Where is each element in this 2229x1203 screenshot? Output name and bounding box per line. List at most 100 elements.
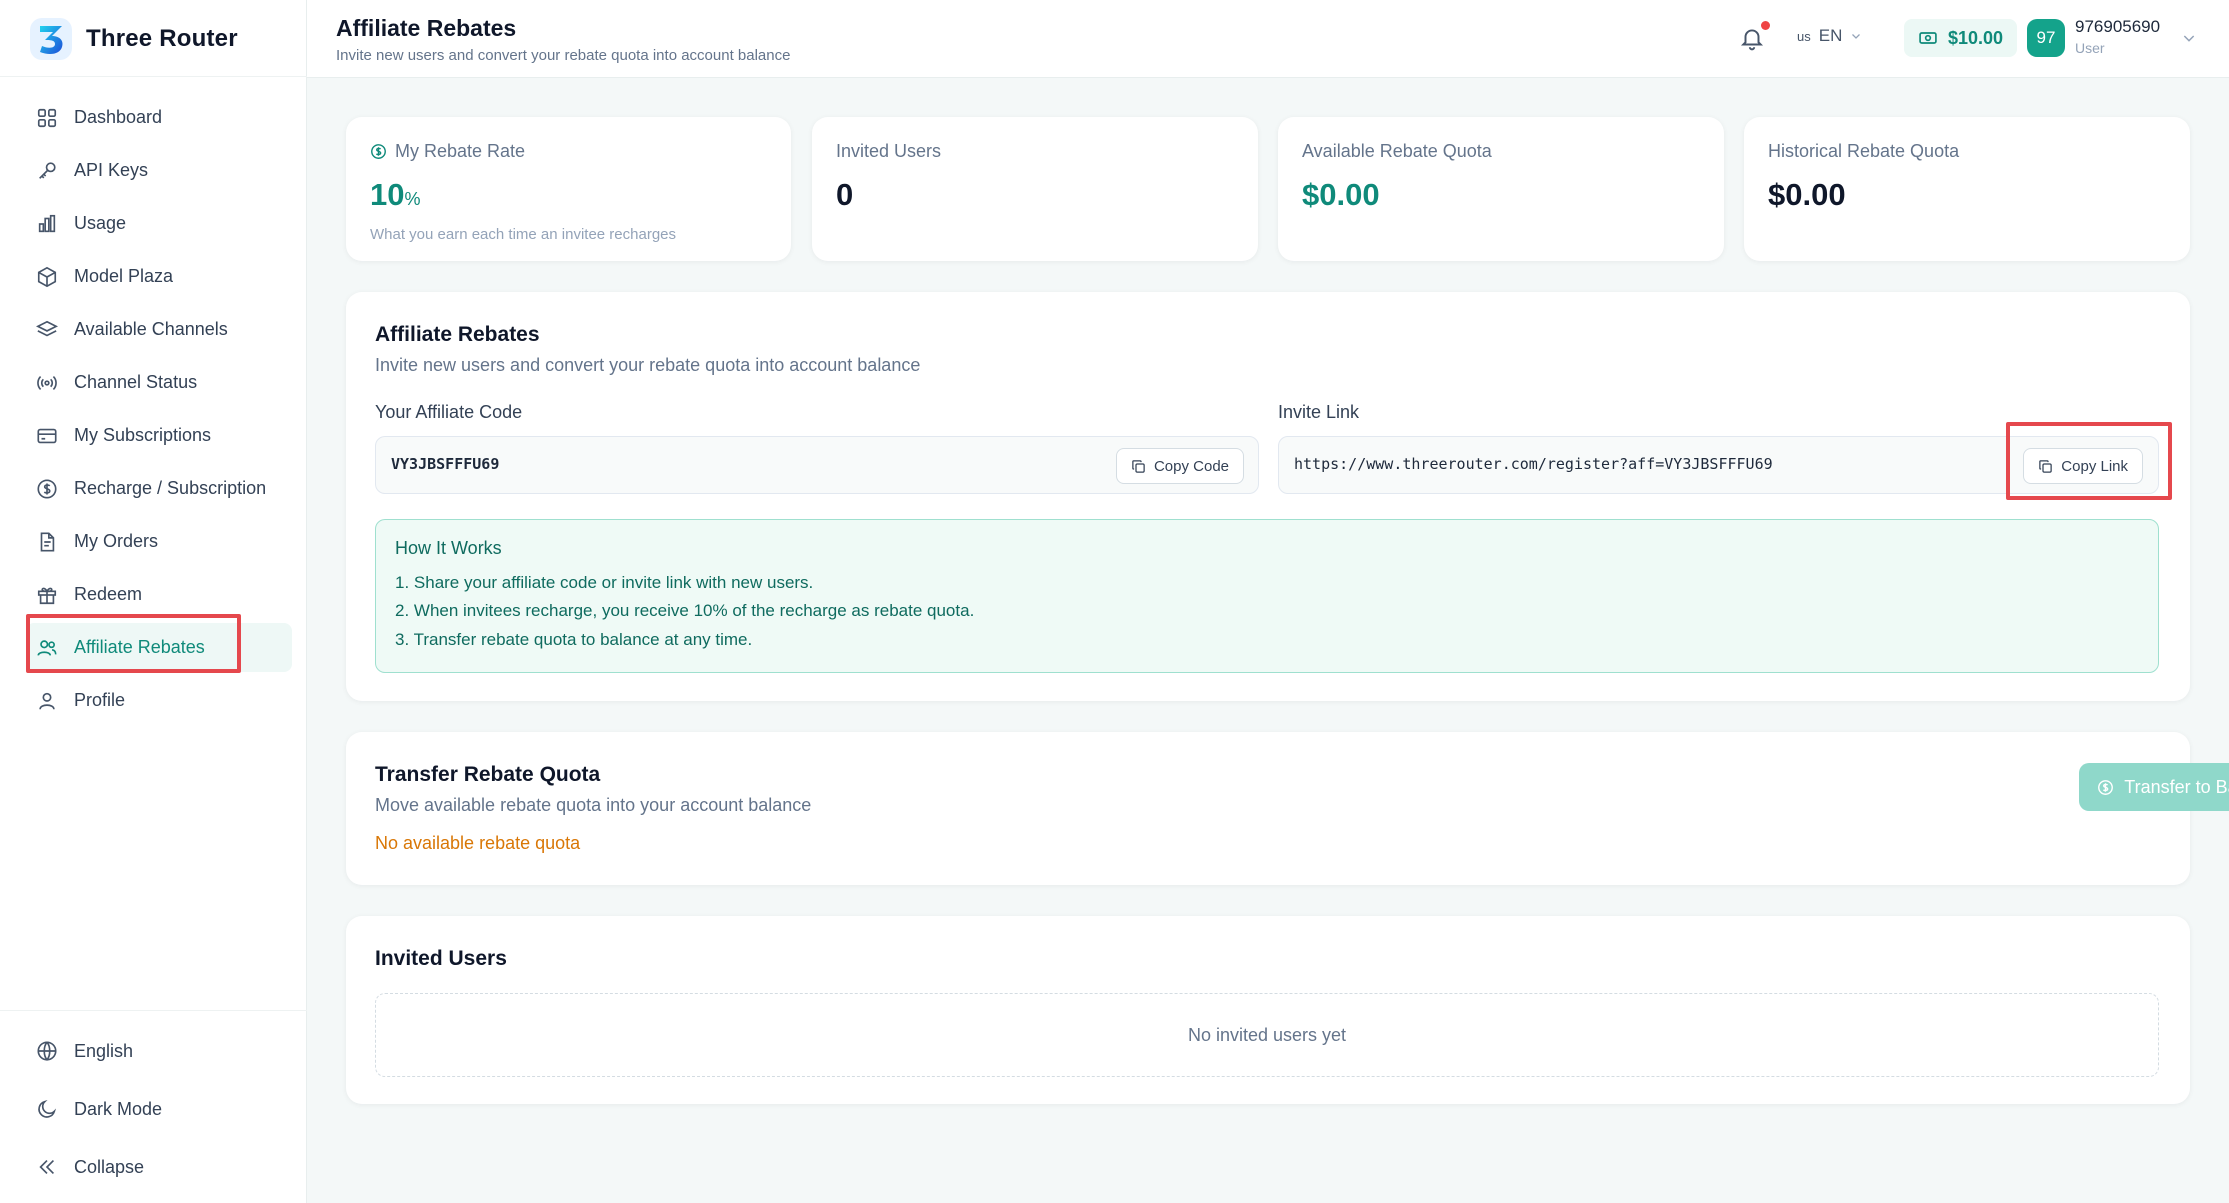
how-it-works-box: How It Works 1. Share your affiliate cod… — [375, 519, 2159, 673]
double-chevron-left-icon — [39, 1159, 55, 1175]
stat-card-invited-users: Invited Users 0 — [812, 117, 1258, 261]
key-icon — [39, 161, 56, 179]
dollar-circle-icon — [37, 478, 57, 499]
sidebar-item-model-plaza[interactable]: Model Plaza — [26, 252, 292, 301]
users-icon — [37, 639, 57, 656]
chevron-down-icon — [1852, 34, 1861, 39]
dollar-circle-icon — [371, 144, 386, 159]
sidebar-item-available-channels[interactable]: Available Channels — [26, 305, 292, 354]
sidebar-item-label: API Keys — [74, 160, 149, 180]
language-label: English — [74, 1040, 134, 1061]
how-it-works-step: 1. Share your affiliate code or invite l… — [395, 573, 814, 592]
stat-card-available-quota: Available Rebate Quota $0.00 — [1278, 117, 1724, 261]
invite-link-value[interactable]: https://www.threerouter.com/register?aff… — [1294, 455, 1773, 473]
brand[interactable]: Three Router — [28, 14, 238, 64]
page-title: Affiliate Rebates — [336, 15, 517, 41]
sidebar-item-label: My Subscriptions — [74, 425, 212, 445]
bar-chart-icon — [38, 214, 56, 232]
copy-icon — [2039, 459, 2053, 473]
stat-hint: What you earn each time an invitee recha… — [370, 226, 676, 243]
layers-icon — [36, 320, 58, 336]
stat-value: 10% — [370, 177, 421, 213]
stat-label: My Rebate Rate — [370, 141, 525, 162]
credit-card-icon — [37, 428, 57, 443]
sidebar-item-dashboard[interactable]: Dashboard — [26, 93, 292, 142]
collapse-sidebar-button[interactable]: Collapse — [26, 1140, 292, 1194]
language-selector[interactable]: us EN — [1797, 26, 1862, 46]
section-subtitle: Invite new users and convert your rebate… — [375, 355, 921, 375]
sidebar-item-label: Usage — [74, 213, 127, 233]
how-it-works-title: How It Works — [395, 538, 502, 558]
affiliate-code-field: VY3JBSFFFU69 Copy Code — [375, 436, 1259, 494]
dark-mode-label: Dark Mode — [74, 1098, 163, 1119]
transfer-button-label: Transfer to Balance — [2124, 776, 2229, 797]
sidebar-item-label: Affiliate Rebates — [74, 637, 205, 657]
sidebar-footer: English Dark Mode Collapse — [26, 1024, 292, 1198]
section-title: Invited Users — [375, 947, 507, 970]
stat-card-historical-quota: Historical Rebate Quota $0.00 — [1744, 117, 2190, 261]
stat-label: Historical Rebate Quota — [1768, 141, 1960, 161]
sidebar-item-label: Recharge / Subscription — [74, 478, 267, 498]
how-it-works-step: 3. Transfer rebate quota to balance at a… — [395, 630, 753, 649]
copy-icon — [1132, 459, 1145, 473]
sidebar-item-profile[interactable]: Profile — [26, 676, 292, 725]
stat-value: $0.00 — [1768, 177, 1846, 212]
stat-label: Available Rebate Quota — [1302, 141, 1492, 161]
language-switch[interactable]: English — [26, 1024, 292, 1078]
user-role: User — [2075, 40, 2105, 56]
username[interactable]: 976905690 — [2075, 17, 2160, 37]
sidebar-item-label: Redeem — [74, 584, 143, 604]
stat-label: Invited Users — [836, 141, 942, 161]
copy-code-button[interactable]: Copy Code — [1115, 448, 1244, 484]
stat-value: $0.00 — [1302, 177, 1380, 212]
top-header: Affiliate Rebates Invite new users and c… — [307, 0, 2229, 78]
sidebar: Three Router Dashboard API Keys Usage Mo… — [0, 0, 307, 1203]
gift-icon — [37, 587, 57, 604]
sidebar-item-label: Model Plaza — [74, 266, 174, 286]
stat-card-rebate-rate: My Rebate Rate 10% What you earn each ti… — [346, 117, 791, 261]
money-icon — [1919, 32, 1937, 44]
sidebar-item-usage[interactable]: Usage — [26, 199, 292, 248]
notification-dot — [1761, 21, 1770, 30]
sidebar-item-my-subscriptions[interactable]: My Subscriptions — [26, 411, 292, 460]
rebate-rate-value: 10 — [370, 177, 405, 212]
dollar-circle-icon — [2098, 779, 2114, 795]
cube-icon — [37, 266, 57, 287]
affiliate-code-label: Your Affiliate Code — [375, 402, 523, 422]
brand-name: Three Router — [86, 25, 238, 52]
sidebar-nav: Dashboard API Keys Usage Model Plaza Ava… — [26, 93, 292, 729]
invite-link-field: https://www.threerouter.com/register?aff… — [1278, 436, 2159, 494]
rebate-rate-unit: % — [404, 189, 421, 209]
sidebar-item-channel-status[interactable]: Channel Status — [26, 358, 292, 407]
language-code: EN — [1818, 26, 1843, 45]
balance-amount: $10.00 — [1948, 27, 2004, 48]
grid-icon — [37, 108, 57, 127]
avatar[interactable]: 97 — [2027, 19, 2065, 57]
sidebar-item-recharge[interactable]: Recharge / Subscription — [26, 464, 292, 513]
chevron-down-icon[interactable] — [2181, 30, 2197, 46]
sidebar-item-redeem[interactable]: Redeem — [26, 570, 292, 619]
no-quota-warning: No available rebate quota — [375, 833, 581, 853]
copy-link-button[interactable]: Copy Link — [2023, 448, 2143, 484]
sidebar-item-label: Available Channels — [74, 319, 228, 339]
divider — [0, 1010, 307, 1011]
how-it-works-step: 2. When invitees recharge, you receive 1… — [395, 601, 975, 620]
section-subtitle: Move available rebate quota into your ac… — [375, 795, 812, 815]
sidebar-item-affiliate-rebates[interactable]: Affiliate Rebates — [26, 623, 292, 672]
balance-badge[interactable]: $10.00 — [1904, 19, 2018, 57]
three-router-logo — [30, 18, 72, 60]
stat-label-text: My Rebate Rate — [395, 141, 526, 161]
invited-users-card: Invited Users No invited users yet — [346, 916, 2190, 1104]
sidebar-item-my-orders[interactable]: My Orders — [26, 517, 292, 566]
document-icon — [40, 531, 55, 552]
affiliate-code-value[interactable]: VY3JBSFFFU69 — [391, 455, 499, 473]
sidebar-item-label: Channel Status — [74, 372, 198, 392]
copy-link-label: Copy Link — [2061, 457, 2128, 475]
affiliate-card: Affiliate Rebates Invite new users and c… — [346, 292, 2190, 701]
copy-code-label: Copy Code — [1153, 457, 1229, 475]
transfer-to-balance-button[interactable]: Transfer to Balance — [2079, 763, 2229, 811]
section-title: Transfer Rebate Quota — [375, 763, 601, 786]
sidebar-item-api-keys[interactable]: API Keys — [26, 146, 292, 195]
dark-mode-toggle[interactable]: Dark Mode — [26, 1082, 292, 1136]
transfer-card: Transfer Rebate Quota Move available reb… — [346, 732, 2229, 885]
